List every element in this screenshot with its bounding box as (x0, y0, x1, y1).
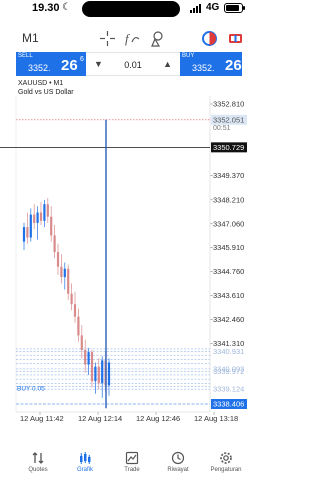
candle-body (87, 352, 90, 365)
candle-body (53, 235, 56, 253)
candle-body (22, 227, 26, 242)
candle-body (56, 252, 60, 267)
price-label: 3343.610 (213, 291, 244, 300)
candle-body (60, 266, 63, 278)
time-label: 12 Aug 13:18 (194, 414, 238, 423)
price-label: 3345.910 (213, 243, 244, 252)
trade-icon (125, 451, 139, 465)
candle-body (50, 216, 53, 236)
nav-settings[interactable]: Pengaturan (203, 451, 249, 473)
candle-body (26, 227, 29, 238)
chart-icon (80, 452, 91, 464)
candle-body (39, 212, 43, 221)
candle-body (101, 360, 104, 384)
candle-body (94, 366, 97, 382)
candle-body (77, 316, 80, 336)
ask-price-tag: 3352.051 (213, 115, 244, 124)
candle-body (84, 349, 87, 365)
candle-body (90, 352, 94, 382)
candle-body (73, 304, 77, 317)
candle-body (29, 214, 32, 238)
nav-history[interactable]: Riwayat (155, 451, 201, 473)
bottom-nav: Quotes Grafik Trade Riwayat Pengaturan (0, 447, 270, 480)
price-label: 3349.370 (213, 171, 244, 180)
time-label: 12 Aug 12:14 (78, 414, 122, 423)
candle-body (70, 293, 73, 305)
candle-body (63, 268, 66, 278)
nav-trade[interactable]: Trade (109, 451, 155, 473)
bid-price-tag: 3350.729 (213, 143, 244, 152)
candle-body (36, 212, 39, 223)
position-level-label: 3339.972 (213, 367, 244, 376)
position-level-label: 3339.124 (213, 385, 244, 394)
history-icon (171, 451, 185, 465)
candle-body (46, 204, 49, 217)
time-label: 12 Aug 11:42 (20, 414, 64, 423)
candle-body (80, 335, 83, 350)
settings-icon (220, 452, 232, 464)
nav-chart[interactable]: Grafik (62, 451, 108, 473)
price-label: 3347.060 (213, 219, 244, 228)
time-label: 12 Aug 12:46 (136, 414, 180, 423)
position-level-label: 3340.931 (213, 347, 244, 356)
candle-body (67, 268, 70, 294)
price-label: 3342.460 (213, 315, 244, 324)
price-label: 3344.760 (213, 267, 244, 276)
price-chart[interactable]: BUY 0.05 3352.810 3349.370 3348.210 3347.06… (0, 0, 270, 440)
price-label: 3348.210 (213, 195, 244, 204)
candle-body (97, 366, 100, 384)
candle-body (33, 214, 36, 223)
price-label: 3352.810 (213, 100, 244, 109)
quotes-icon (32, 452, 44, 464)
buy-position-label: BUY 0.05 (17, 386, 45, 393)
candle-body (43, 204, 46, 221)
bar-timer: 00:51 (213, 125, 231, 132)
buy-position-tag: 3338.406 (213, 400, 244, 409)
candle-body (107, 362, 111, 386)
nav-quotes[interactable]: Quotes (15, 451, 61, 473)
